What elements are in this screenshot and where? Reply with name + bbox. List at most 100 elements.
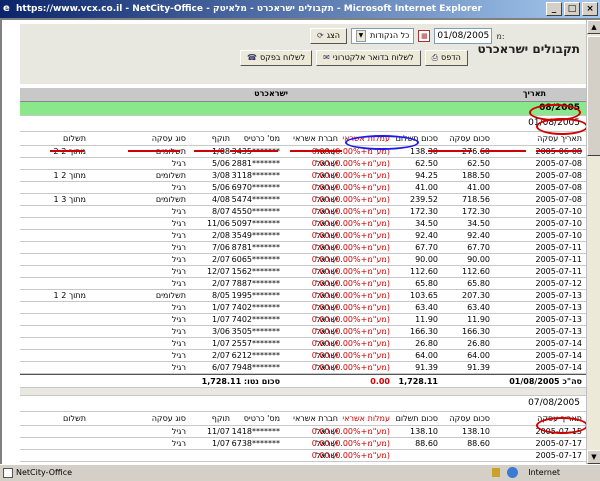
txn-type-cell: רגיל (171, 231, 186, 240)
payment-cell: 94.25 (415, 171, 438, 180)
table-row[interactable]: 2005-07-08 41.00 41.00 0.00 (0.00%+מע"מ) ישר… (20, 182, 586, 194)
card-no-cell: 7402******* (231, 303, 280, 312)
summary-net: סכום נטו: 1,728.11 (201, 377, 280, 386)
payment-cell: 88.60 (415, 439, 438, 448)
month-band[interactable]: 08/2005 (20, 102, 586, 116)
txn-date-cell: 2005-07-10 (535, 219, 583, 228)
lock-icon (492, 468, 500, 477)
txn-type-cell: רגיל (171, 267, 186, 276)
table-row[interactable]: 2005-07-10 172.30 172.30 0.00 (0.00%+מע"מ) י… (20, 206, 586, 218)
card-no-cell: 7948******* (231, 363, 280, 372)
col-txn-date[interactable]: תאריך עסקה (537, 134, 582, 143)
col-fees-2[interactable]: עמלות אשראי (342, 414, 390, 423)
txn-date-cell: 2005-07-10 (535, 231, 583, 240)
minimize-button[interactable]: _ (546, 2, 562, 16)
card-company-cell: ישראל (316, 339, 338, 348)
col-expiry-2[interactable]: תוקף (212, 414, 230, 423)
col-card-no-2[interactable]: מס' כרטיס (244, 414, 280, 423)
send-email-button[interactable]: ✉ לשלוח בדואר אלקטרוני (316, 50, 421, 66)
table-row[interactable]: 2005-07-13 166.30 166.30 0.00 (0.00%+מע"מ) י… (20, 326, 586, 338)
table-row[interactable]: 2005-07-10 92.40 92.40 0.00 (0.00%+מע"מ) ישר… (20, 230, 586, 242)
table-row[interactable]: 2005-07-12 65.80 65.80 0.00 (0.00%+מע"מ) ישר… (20, 278, 586, 290)
table-row[interactable]: 2005-07-08 718.56 239.52 0.00 (0.00%+מע"מ) י… (20, 194, 586, 206)
table-row[interactable]: 2005-07-11 67.70 67.70 0.00 (0.00%+מע"מ) ישר… (20, 242, 586, 254)
print-label: הדפס (441, 53, 461, 62)
col-card-company-2[interactable]: חברת אשראי (293, 414, 338, 423)
table-row[interactable]: 2005-07-17 0.00 (0.00%+מע"מ) ישראל (20, 450, 586, 462)
txn-type-cell: רגיל (171, 427, 186, 436)
table-row[interactable]: 2005-07-11 90.00 90.00 0.00 (0.00%+מע"מ) ישר… (20, 254, 586, 266)
col-amount[interactable]: סכום עסקה (449, 134, 490, 143)
scroll-down-icon[interactable]: ▼ (587, 450, 600, 464)
installments-underline (50, 150, 84, 152)
scroll-thumb[interactable] (587, 36, 600, 156)
col-txn-type-2[interactable]: סוג עסקה (152, 414, 186, 423)
calendar-icon[interactable]: ▦ (418, 30, 431, 42)
col-installments-2[interactable]: תשלום (63, 414, 86, 423)
table-row[interactable]: 2005-07-13 11.90 11.90 0.00 (0.00%+מע"מ) ישר… (20, 314, 586, 326)
txn-type-cell: רגיל (171, 219, 186, 228)
table-row[interactable]: 2005-07-13 207.30 103.65 0.00 (0.00%+מע"מ) י… (20, 290, 586, 302)
page-icon (3, 468, 13, 478)
ie-icon: e (3, 3, 10, 14)
browser-viewport: ⟳ הצג ▼ כל הנקודות ▦ 01/08/2005 מ: ☎ לשל… (0, 18, 600, 464)
vertical-scrollbar[interactable]: ▲ ▼ (586, 20, 600, 464)
date-label: מ: (496, 31, 505, 41)
maximize-button[interactable]: □ (564, 2, 580, 16)
refresh-icon: ⟳ (317, 31, 324, 40)
show-button[interactable]: ⟳ הצג (310, 28, 347, 44)
payment-cell: 92.40 (415, 231, 438, 240)
table-row[interactable]: 2005-07-08 62.50 62.50 0.00 (0.00%+מע"מ) ישר… (20, 158, 586, 170)
col-installments[interactable]: תשלום (63, 134, 86, 143)
txn-type-cell: רגיל (171, 207, 186, 216)
table-header-band: תאריך ישראכרט (20, 88, 586, 102)
send-email-label: לשלוח בדואר אלקטרוני (332, 53, 414, 62)
amount-cell: 718.56 (462, 195, 490, 204)
txn-date-cell: 2005-07-08 (535, 159, 583, 168)
col-expiry[interactable]: תוקף (212, 134, 230, 143)
card-no-cell: 1562******* (231, 267, 280, 276)
txn-date-cell: 2005-07-17 (535, 439, 583, 448)
summary-fees: 0.00 (370, 377, 390, 386)
table-row[interactable]: 2005-07-14 64.00 64.00 0.00 (0.00%+מע"מ) ישר… (20, 350, 586, 362)
table-row[interactable]: 2005-07-10 34.50 34.50 0.00 (0.00%+מע"מ) ישר… (20, 218, 586, 230)
amount-cell: 88.60 (467, 439, 490, 448)
amount-cell: 34.50 (467, 219, 490, 228)
table-row[interactable]: 2005-07-15 138.10 138.10 0.00 (0.00%+מע"מ) י… (20, 426, 586, 438)
expiry-cell: 2/07 (212, 351, 230, 360)
table-row[interactable]: 2005-07-17 88.60 88.60 0.00 (0.00%+מע"מ) ישר… (20, 438, 586, 450)
expiry-cell: 1/07 (212, 439, 230, 448)
table-row[interactable]: 2005-07-08 188.50 94.25 0.00 (0.00%+מע"מ) יש… (20, 170, 586, 182)
expiry-cell: 11/06 (206, 219, 230, 228)
company-select[interactable]: ▼ כל הנקודות (350, 28, 415, 44)
print-button[interactable]: ⎙ הדפס (424, 50, 468, 66)
send-fax-button[interactable]: ☎ לשלוח בפקס (240, 50, 313, 66)
card-no-cell: 5097******* (231, 219, 280, 228)
close-button[interactable]: × (582, 2, 598, 16)
amount-cell: 67.70 (467, 243, 490, 252)
expiry-cell: 2/08 (212, 231, 230, 240)
txn-type-cell: רגיל (171, 315, 186, 324)
company-select-value: כל הנקודות (369, 31, 410, 40)
card-company-cell: ישראל (316, 327, 338, 336)
col-txn-type[interactable]: סוג עסקה (152, 134, 186, 143)
txn-type-cell: רגיל (171, 351, 186, 360)
expiry-cell: 5/06 (212, 183, 230, 192)
txn-type-cell: רגיל (171, 303, 186, 312)
txn-type-cell: רגיל (171, 363, 186, 372)
table-row[interactable]: 2005-07-14 91.39 91.39 0.00 (0.00%+מע"מ) ישר… (20, 362, 586, 374)
table-row[interactable]: 2005-07-14 26.80 26.80 0.00 (0.00%+מע"מ) ישר… (20, 338, 586, 350)
installments-cell: 1 מתוך 3 (53, 195, 86, 204)
scroll-up-icon[interactable]: ▲ (587, 20, 600, 34)
expiry-cell: 11/07 (206, 427, 230, 436)
col-card-company[interactable]: חברת אשראי (293, 134, 338, 143)
table-row[interactable]: 2005-06-08276.60138.300.00 (0.00%+מע"מ)י… (20, 146, 586, 158)
col-payment-2[interactable]: סכום תשלום (396, 414, 438, 423)
col-card-no[interactable]: מס' כרטיס (244, 134, 280, 143)
summary-label: סה"כ 01/08/2005 (509, 377, 582, 386)
col-amount-2[interactable]: סכום עסקה (449, 414, 490, 423)
payment-cell: 138.10 (410, 427, 438, 436)
amount-cell: 65.80 (467, 279, 490, 288)
table-row[interactable]: 2005-07-11 112.60 112.60 0.00 (0.00%+מע"מ) י… (20, 266, 586, 278)
table-row[interactable]: 2005-07-13 63.40 63.40 0.00 (0.00%+מע"מ) ישר… (20, 302, 586, 314)
